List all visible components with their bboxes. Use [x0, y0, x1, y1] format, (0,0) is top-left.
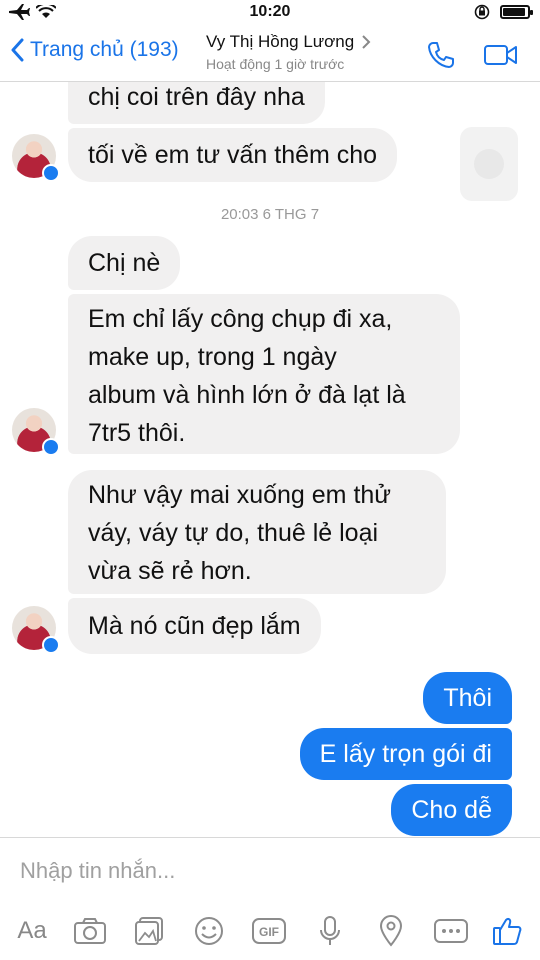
message-list[interactable]: chị coi trên đây nha tối về em tư vấn th… — [0, 82, 540, 837]
message-line: vừa sẽ rẻ hơn. — [88, 557, 252, 585]
composer-toolbar: Aa GIF — [0, 914, 540, 950]
message-text: Thôi — [443, 684, 492, 712]
message-incoming[interactable]: Như vậy mai xuống em thử váy, váy tự do,… — [68, 470, 446, 594]
message-incoming[interactable]: Em chỉ lấy công chụp đi xa, make up, tro… — [68, 294, 460, 454]
battery-fill — [503, 8, 526, 16]
messenger-badge-icon — [42, 438, 60, 456]
camera-icon[interactable] — [72, 914, 108, 948]
message-text: Mà nó cũn đẹp lắm — [88, 612, 301, 640]
thumbnail-circle — [474, 149, 504, 179]
contact-avatar[interactable] — [12, 408, 60, 456]
message-line: Em chỉ lấy công chụp đi xa, — [88, 305, 393, 333]
more-icon[interactable] — [432, 914, 470, 948]
gif-icon[interactable]: GIF — [250, 914, 288, 948]
message-outgoing[interactable]: Cho dễ — [391, 784, 512, 836]
contact-name-row: Vy Thị Hồng Lương — [206, 32, 371, 52]
message-incoming[interactable]: tối về em tư vấn thêm cho — [68, 128, 398, 182]
header-actions — [426, 40, 518, 70]
contact-status: Hoạt động 1 giờ trước — [206, 56, 345, 72]
message-line: 7tr5 thôi. — [88, 419, 186, 447]
message-outgoing[interactable]: E lấy trọn gói đi — [299, 728, 512, 780]
message-input[interactable]: Nhập tin nhắn... — [20, 858, 175, 884]
message-line: album và hình lớn ở đà lạt là — [88, 381, 406, 409]
conversation-header: Trang chủ (193) Vy Thị Hồng Lương Hoạt đ… — [0, 26, 540, 82]
message-line: Như vậy mai xuống em thử — [88, 481, 392, 509]
back-button[interactable]: Trang chủ (193) — [10, 38, 179, 62]
microphone-icon[interactable] — [316, 914, 344, 948]
media-thumbnail[interactable] — [460, 127, 518, 201]
emoji-icon[interactable] — [192, 914, 226, 948]
battery-icon — [500, 5, 533, 19]
message-text: chị coi trên đây nha — [88, 83, 305, 111]
message-text: Chị nè — [88, 249, 161, 277]
gallery-icon[interactable] — [132, 914, 166, 948]
message-incoming[interactable]: Chị nè — [68, 236, 181, 290]
contact-avatar[interactable] — [12, 606, 60, 654]
messenger-badge-icon — [42, 636, 60, 654]
phone-icon[interactable] — [426, 40, 456, 70]
video-call-icon[interactable] — [484, 44, 518, 66]
contact-avatar[interactable] — [12, 134, 60, 182]
status-time: 10:20 — [249, 3, 291, 20]
message-incoming[interactable]: chị coi trên đây nha — [68, 82, 325, 124]
aa-icon[interactable]: Aa — [12, 914, 52, 948]
message-outgoing[interactable]: Thôi — [423, 672, 512, 724]
messenger-badge-icon — [42, 164, 60, 182]
status-right — [474, 4, 533, 20]
location-icon[interactable] — [376, 914, 406, 948]
status-bar: 10:20 — [0, 0, 540, 26]
timestamp: 20:03 6 THG 7 — [220, 206, 320, 223]
message-text: tối về em tư vấn thêm cho — [88, 141, 378, 169]
message-text: E lấy trọn gói đi — [319, 740, 492, 768]
message-line: váy, váy tự do, thuê lẻ loại — [88, 519, 379, 547]
message-text: Cho dễ — [411, 796, 492, 824]
message-line: make up, trong 1 ngày — [88, 343, 337, 371]
back-label: Trang chủ (193) — [30, 38, 179, 61]
message-incoming[interactable]: Mà nó cũn đẹp lắm — [68, 598, 321, 654]
chevron-left-icon — [11, 38, 24, 62]
like-icon[interactable] — [490, 914, 524, 948]
rotation-lock-icon — [474, 4, 490, 20]
contact-name: Vy Thị Hồng Lương — [206, 32, 355, 51]
chevron-right-icon — [362, 35, 371, 49]
message-composer: Nhập tin nhắn... Aa GIF — [0, 837, 540, 960]
contact-info[interactable]: Vy Thị Hồng Lương Hoạt động 1 giờ trước — [206, 32, 371, 72]
gif-label: GIF — [259, 925, 279, 939]
